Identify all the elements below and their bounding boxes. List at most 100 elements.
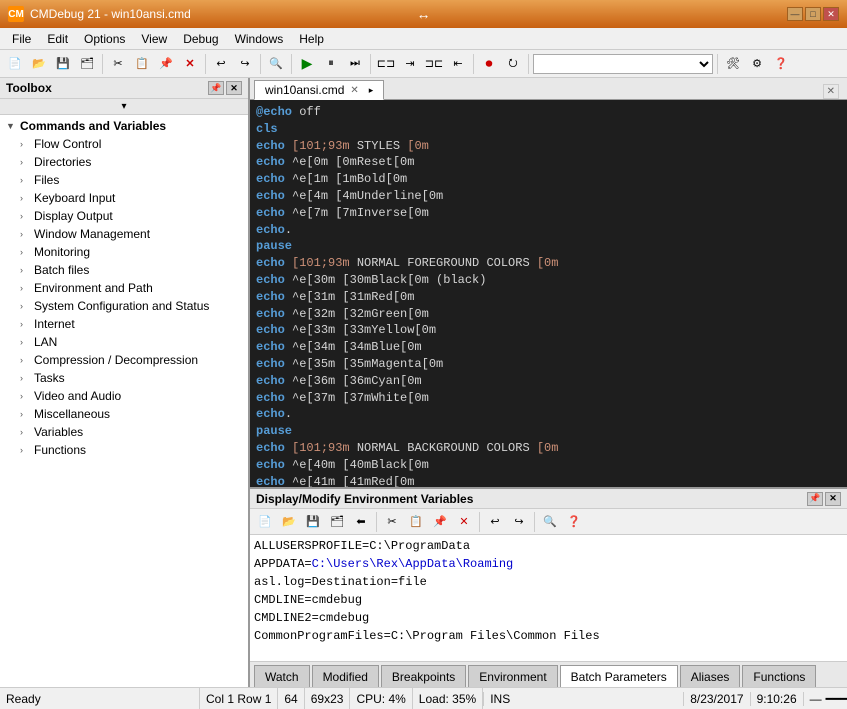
tree-item-variables[interactable]: › Variables xyxy=(0,423,248,441)
toolbox-close-button[interactable]: ✕ xyxy=(226,81,242,95)
item-label: Window Management xyxy=(34,227,150,241)
code-line-7: echo ^e[7m [7mInverse[0m xyxy=(256,205,841,222)
cut-button[interactable]: ✂ xyxy=(107,53,129,75)
zoom-minus-icon[interactable]: — xyxy=(810,692,822,706)
bt-redo[interactable]: ↪ xyxy=(508,511,530,533)
tab-environment[interactable]: Environment xyxy=(468,665,557,687)
tab-functions[interactable]: Functions xyxy=(742,665,816,687)
bt-undo[interactable]: ↩ xyxy=(484,511,506,533)
close-button[interactable]: ✕ xyxy=(823,7,839,21)
tab-close-panel[interactable]: ✕ xyxy=(823,84,839,99)
bt-del[interactable]: ✕ xyxy=(453,511,475,533)
stop-button[interactable]: ⏺ xyxy=(478,53,500,75)
item-arrow: › xyxy=(20,157,30,167)
redo-button[interactable]: ↪ xyxy=(234,53,256,75)
bt-help[interactable]: ❓ xyxy=(563,511,585,533)
save-all-button[interactable]: 🗂 xyxy=(76,53,98,75)
minimize-button[interactable]: — xyxy=(787,7,803,21)
find-button[interactable]: 🔍 xyxy=(265,53,287,75)
tab-watch[interactable]: Watch xyxy=(254,665,310,687)
trace4-button[interactable]: ⇤ xyxy=(447,53,469,75)
code-editor[interactable]: @echo off cls echo [101;93m STYLES [0m e… xyxy=(250,100,847,487)
tab-close-button[interactable]: ✕ xyxy=(350,85,358,96)
bt-sep1 xyxy=(376,512,377,532)
tab-modified[interactable]: Modified xyxy=(312,665,379,687)
toolbox-header-buttons[interactable]: 📌 ✕ xyxy=(208,81,242,95)
tree-item-directories[interactable]: › Directories xyxy=(0,153,248,171)
toolbox-scroll-button[interactable]: ▾ xyxy=(0,99,248,115)
tree-item-video-audio[interactable]: › Video and Audio xyxy=(0,387,248,405)
bt-save[interactable]: 💾 xyxy=(302,511,324,533)
tree-item-flow-control[interactable]: › Flow Control xyxy=(0,135,248,153)
tab-batch-parameters[interactable]: Batch Parameters xyxy=(560,665,678,687)
item-arrow: › xyxy=(20,193,30,203)
tree-item-system-config[interactable]: › System Configuration and Status xyxy=(0,297,248,315)
bottom-panel-controls[interactable]: 📌 ✕ xyxy=(807,492,841,506)
step-button[interactable]: ⏭ xyxy=(344,53,366,75)
bt-copy[interactable]: 📋 xyxy=(405,511,427,533)
bottom-close-button[interactable]: ✕ xyxy=(825,492,841,506)
tree-item-batch-files[interactable]: › Batch files xyxy=(0,261,248,279)
code-line-3: echo [101;93m STYLES [0m xyxy=(256,138,841,155)
menu-edit[interactable]: Edit xyxy=(39,30,76,48)
help2-button[interactable]: ❓ xyxy=(770,53,792,75)
toolbox-pin-button[interactable]: 📌 xyxy=(208,81,224,95)
menu-windows[interactable]: Windows xyxy=(227,30,292,48)
menu-options[interactable]: Options xyxy=(76,30,133,48)
copy-button[interactable]: 📋 xyxy=(131,53,153,75)
new-button[interactable]: 📄 xyxy=(4,53,26,75)
title-bar-controls[interactable]: — □ ✕ xyxy=(787,7,839,21)
tree-section-commands[interactable]: ▼ Commands and Variables xyxy=(0,117,248,135)
menu-help[interactable]: Help xyxy=(291,30,332,48)
tree-item-compression[interactable]: › Compression / Decompression xyxy=(0,351,248,369)
bt-paste[interactable]: 📌 xyxy=(429,511,451,533)
tree-item-lan[interactable]: › LAN xyxy=(0,333,248,351)
code-line-16: echo ^e[35m [35mMagenta[0m xyxy=(256,356,841,373)
tab-pin-icon: ▸ xyxy=(369,85,374,96)
tree-item-display-output[interactable]: › Display Output xyxy=(0,207,248,225)
maximize-button[interactable]: □ xyxy=(805,7,821,21)
tools-button[interactable]: 🛠 xyxy=(722,53,744,75)
menu-file[interactable]: File xyxy=(4,30,39,48)
pause-button[interactable]: ⏸ xyxy=(320,53,342,75)
tab-breakpoints[interactable]: Breakpoints xyxy=(381,665,466,687)
bottom-pin-button[interactable]: 📌 xyxy=(807,492,823,506)
item-arrow: › xyxy=(20,139,30,149)
restart-button[interactable]: ⭮ xyxy=(502,53,524,75)
bt-save2[interactable]: 🗂 xyxy=(326,511,348,533)
delete-button[interactable]: ✕ xyxy=(179,53,201,75)
menu-view[interactable]: View xyxy=(133,30,175,48)
bt-open[interactable]: 📂 xyxy=(278,511,300,533)
item-label: Variables xyxy=(34,425,83,439)
bt-back[interactable]: ⬅ xyxy=(350,511,372,533)
toolbar-dropdown[interactable] xyxy=(533,54,713,74)
bt-cut[interactable]: ✂ xyxy=(381,511,403,533)
trace3-button[interactable]: ⊐⊏ xyxy=(423,53,445,75)
bt-new[interactable]: 📄 xyxy=(254,511,276,533)
tree-item-monitoring[interactable]: › Monitoring xyxy=(0,243,248,261)
bt-find[interactable]: 🔍 xyxy=(539,511,561,533)
trace-button[interactable]: ⊏⊐ xyxy=(375,53,397,75)
open-button[interactable]: 📂 xyxy=(28,53,50,75)
trace2-button[interactable]: ⇥ xyxy=(399,53,421,75)
run-button[interactable]: ▶ xyxy=(296,53,318,75)
paste-button[interactable]: 📌 xyxy=(155,53,177,75)
tree-item-tasks[interactable]: › Tasks xyxy=(0,369,248,387)
tree-item-window-management[interactable]: › Window Management xyxy=(0,225,248,243)
save-button[interactable]: 💾 xyxy=(52,53,74,75)
config-button[interactable]: ⚙ xyxy=(746,53,768,75)
undo-button[interactable]: ↩ xyxy=(210,53,232,75)
tree-item-environment-path[interactable]: › Environment and Path xyxy=(0,279,248,297)
tree-item-functions[interactable]: › Functions xyxy=(0,441,248,459)
title-bar-arrows: ↔ xyxy=(417,6,431,22)
bottom-env-content[interactable]: ALLUSERSPROFILE=C:\ProgramData APPDATA=C… xyxy=(250,535,847,661)
tree-item-files[interactable]: › Files xyxy=(0,171,248,189)
menu-debug[interactable]: Debug xyxy=(175,30,226,48)
tree-item-internet[interactable]: › Internet xyxy=(0,315,248,333)
code-tab-win10ansi[interactable]: win10ansi.cmd ✕ ▸ xyxy=(254,80,384,100)
item-arrow: › xyxy=(20,373,30,383)
tree-item-keyboard-input[interactable]: › Keyboard Input xyxy=(0,189,248,207)
tree-item-miscellaneous[interactable]: › Miscellaneous xyxy=(0,405,248,423)
status-zoom[interactable]: — ━━━━ + xyxy=(803,692,847,706)
tab-aliases[interactable]: Aliases xyxy=(680,665,741,687)
